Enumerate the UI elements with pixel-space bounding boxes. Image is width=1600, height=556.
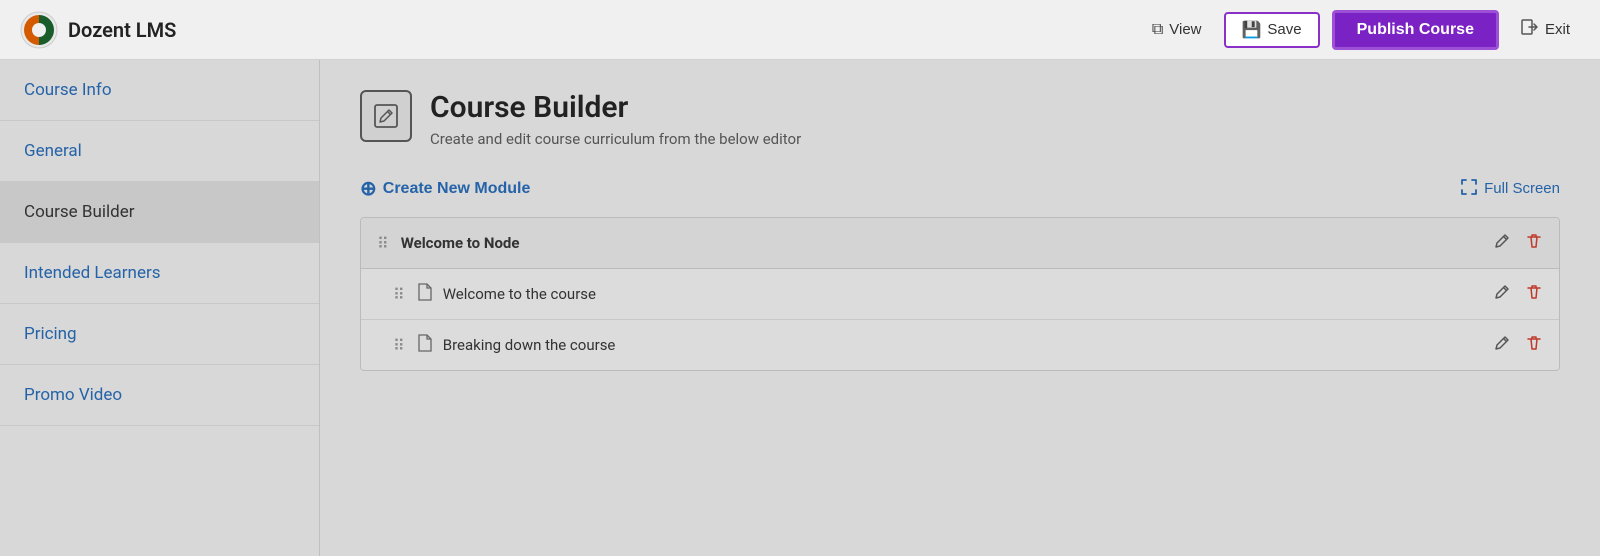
edit-pencil-icon [372, 102, 400, 130]
lesson-edit-button-1[interactable] [1493, 283, 1511, 305]
sidebar-item-promo-video[interactable]: Promo Video [0, 365, 319, 426]
sidebar-item-pricing[interactable]: Pricing [0, 304, 319, 365]
lesson-row-2: ⠿ Breaking down the course [361, 320, 1559, 370]
lesson-edit-button-2[interactable] [1493, 334, 1511, 356]
create-module-row: ⊕ Create New Module Full Screen [360, 176, 1560, 201]
view-icon: ⧉ [1152, 21, 1163, 39]
lesson-row: ⠿ Welcome to the course [361, 269, 1559, 320]
save-label: Save [1267, 21, 1301, 38]
module-title: Welcome to Node [401, 234, 1493, 252]
fullscreen-label: Full Screen [1484, 180, 1560, 197]
lesson-title-1: Welcome to the course [443, 285, 1493, 303]
exit-button[interactable]: Exit [1511, 12, 1580, 47]
publish-label: Publish Course [1357, 21, 1474, 38]
fullscreen-button[interactable]: Full Screen [1460, 178, 1560, 200]
lesson-drag-handle-1[interactable]: ⠿ [393, 285, 405, 304]
main-content: Course Builder Create and edit course cu… [320, 60, 1600, 556]
module-drag-handle[interactable]: ⠿ [377, 234, 389, 253]
course-builder-icon [360, 90, 412, 142]
lesson-delete-button-1[interactable] [1525, 283, 1543, 305]
view-label: View [1169, 21, 1201, 38]
section-title: Course Builder [430, 90, 801, 126]
section-header: Course Builder Create and edit course cu… [360, 90, 1560, 148]
lesson-delete-button-2[interactable] [1525, 334, 1543, 356]
lesson-row-actions-1 [1493, 283, 1543, 305]
logo-icon [20, 11, 58, 49]
lesson-drag-handle-2[interactable]: ⠿ [393, 336, 405, 355]
module-container: ⠿ Welcome to Node [360, 217, 1560, 371]
section-subtitle: Create and edit course curriculum from t… [430, 130, 801, 148]
sidebar-item-intended-learners[interactable]: Intended Learners [0, 243, 319, 304]
create-module-label: Create New Module [383, 180, 531, 198]
publish-button[interactable]: Publish Course [1332, 10, 1499, 50]
layout: Course Info General Course Builder Inten… [0, 60, 1600, 556]
logo-text: Dozent LMS [68, 18, 176, 42]
module-row: ⠿ Welcome to Node [361, 218, 1559, 269]
lesson-file-icon-2 [417, 334, 433, 356]
sidebar-item-course-info[interactable]: Course Info [0, 60, 319, 121]
module-delete-button[interactable] [1525, 232, 1543, 254]
save-button[interactable]: 💾 Save [1224, 12, 1320, 48]
module-edit-button[interactable] [1493, 232, 1511, 254]
view-button[interactable]: ⧉ View [1142, 15, 1212, 45]
lesson-title-2: Breaking down the course [443, 336, 1493, 354]
exit-label: Exit [1545, 21, 1570, 38]
header-actions: ⧉ View 💾 Save Publish Course Exit [1142, 10, 1580, 50]
logo-area: Dozent LMS [20, 11, 176, 49]
section-title-block: Course Builder Create and edit course cu… [430, 90, 801, 148]
create-module-button[interactable]: ⊕ Create New Module [360, 176, 530, 201]
sidebar: Course Info General Course Builder Inten… [0, 60, 320, 556]
module-row-actions [1493, 232, 1543, 254]
lesson-row-actions-2 [1493, 334, 1543, 356]
exit-icon [1521, 18, 1539, 41]
header: Dozent LMS ⧉ View 💾 Save Publish Course … [0, 0, 1600, 60]
sidebar-item-course-builder[interactable]: Course Builder [0, 182, 319, 243]
fullscreen-icon [1460, 178, 1478, 200]
plus-circle-icon: ⊕ [360, 176, 377, 201]
lesson-file-icon-1 [417, 283, 433, 305]
save-icon: 💾 [1242, 20, 1262, 40]
sidebar-item-general[interactable]: General [0, 121, 319, 182]
